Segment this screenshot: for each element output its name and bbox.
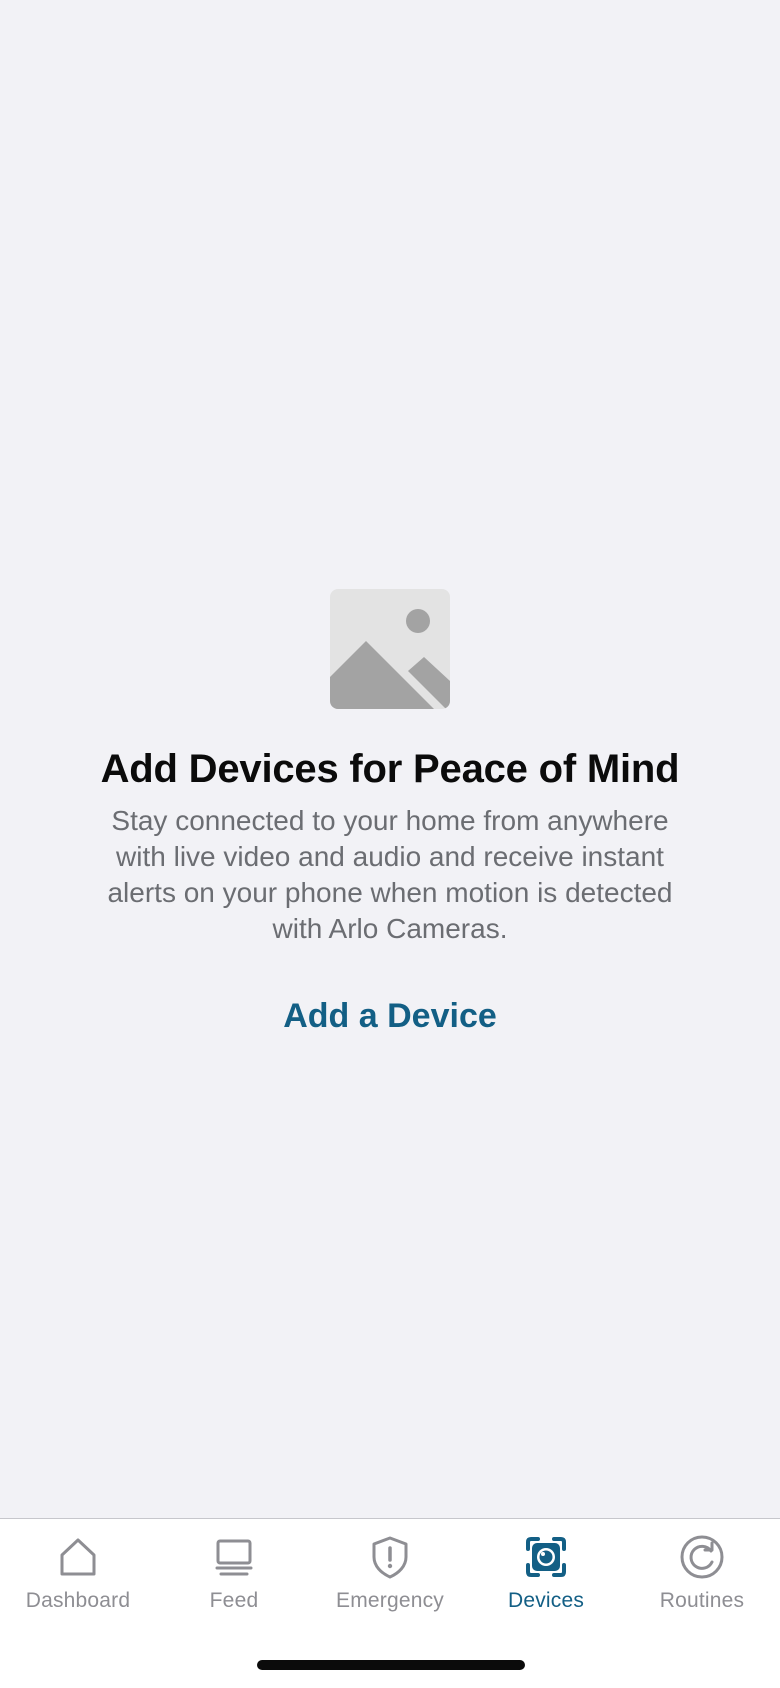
tab-label: Feed: [209, 1589, 259, 1612]
tab-bar: Dashboard Feed Emergency Devices Routine…: [0, 1518, 780, 1688]
add-device-button[interactable]: Add a Device: [273, 993, 507, 1040]
image-placeholder-icon: [330, 589, 450, 709]
home-icon: [60, 1538, 96, 1576]
tab-feed[interactable]: Feed: [156, 1519, 312, 1629]
tab-label: Dashboard: [25, 1589, 131, 1612]
tab-dashboard[interactable]: Dashboard: [0, 1519, 156, 1629]
tab-label: Routines: [659, 1589, 745, 1612]
camera-icon: [526, 1537, 566, 1577]
refresh-icon: [680, 1535, 724, 1579]
devices-screen: Add Devices for Peace of Mind Stay conne…: [0, 0, 780, 1688]
empty-state-description: Stay connected to your home from anywher…: [107, 805, 673, 944]
empty-state: Add Devices for Peace of Mind Stay conne…: [0, 589, 780, 1040]
empty-state-title: Add Devices for Peace of Mind: [100, 747, 680, 791]
home-indicator: [257, 1660, 525, 1670]
tab-emergency[interactable]: Emergency: [312, 1519, 468, 1629]
tab-label: Devices: [507, 1589, 585, 1612]
tab-devices[interactable]: Devices: [468, 1519, 624, 1629]
tab-routines[interactable]: Routines: [624, 1519, 780, 1629]
shield-alert-icon: [372, 1536, 408, 1579]
monitor-icon: [215, 1539, 253, 1576]
tab-label: Emergency: [335, 1589, 444, 1612]
